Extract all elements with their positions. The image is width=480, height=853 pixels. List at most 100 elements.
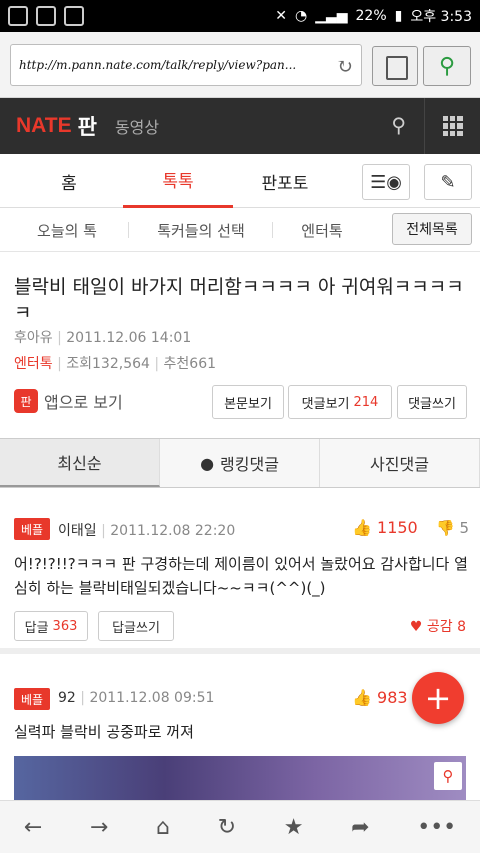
- reply-label: 답글: [24, 620, 49, 636]
- zoom-icon[interactable]: ⚲: [434, 762, 462, 790]
- reload-icon[interactable]: ↻: [218, 815, 236, 840]
- reply-count: 214: [353, 394, 379, 410]
- thumbs-up-icon: 👍: [352, 518, 372, 537]
- pann-logo[interactable]: 판: [78, 111, 97, 141]
- comment-item: 베플 이태일 | 2011.12.08 22:20 👍 1150 👎 5 어!?…: [0, 488, 480, 654]
- tab-panphoto[interactable]: 판포토: [230, 154, 340, 208]
- add-fab-button[interactable]: +: [412, 672, 464, 724]
- sort-photo[interactable]: 사진댓글: [320, 439, 480, 487]
- home-icon[interactable]: ⌂: [156, 815, 170, 840]
- article-meta: 후아유 | 2011.12.06 14:01: [14, 327, 191, 347]
- comment-text: 어!?!?!!?ㅋㅋㅋ 판 구경하는데 제이름이 있어서 놀랐어요 감사합니다 …: [14, 555, 468, 597]
- tab-home[interactable]: 홈: [14, 154, 124, 208]
- comment-meta: 92 | 2011.12.08 09:51: [58, 690, 214, 706]
- comment-text: 실력파 블락비 공중파로 꺼져: [14, 723, 194, 741]
- empathy-button[interactable]: ♥ 공감 8: [410, 616, 466, 636]
- article: 블락비 태일이 바가지 머리함ㅋㅋㅋㅋ 아 귀여워ㅋㅋㅋㅋㅋ 후아유 | 201…: [0, 252, 480, 438]
- battery-level: 22%: [355, 8, 387, 24]
- separator: |: [101, 523, 111, 539]
- bookmark-icon[interactable]: ★: [284, 815, 304, 840]
- comment-user[interactable]: 92: [58, 690, 76, 706]
- reply-button[interactable]: 답글 363: [14, 611, 88, 641]
- article-stats: 엔터톡 | 조회132,564 | 추천661: [14, 353, 216, 373]
- like-count: 983: [377, 688, 408, 707]
- search-button[interactable]: ⚲: [423, 46, 471, 86]
- tab-toktok[interactable]: 톡톡: [123, 154, 233, 208]
- back-icon[interactable]: ←: [24, 815, 42, 840]
- my-profile-button[interactable]: ☰◉: [362, 164, 410, 200]
- reply-count: 363: [52, 618, 78, 634]
- view-content-button[interactable]: 본문보기: [212, 385, 284, 419]
- comment-photo[interactable]: ⚲: [14, 756, 466, 800]
- browser-bottom-nav: ← → ⌂ ↻ ★ ➦ •••: [0, 800, 480, 853]
- app-view-label: 앱으로 보기: [44, 393, 123, 412]
- comment-item: 베플 92 | 2011.12.08 09:51 👍 983 실력파 블락비 공…: [0, 660, 480, 800]
- thumbs-down-icon: 👎: [436, 519, 455, 537]
- separator: |: [57, 356, 67, 372]
- url-input[interactable]: http://m.pann.nate.com/talk/reply/view?p…: [10, 44, 362, 86]
- signal-icon: ▁▃▅: [315, 8, 348, 24]
- comment-user[interactable]: 이태일: [58, 523, 97, 539]
- article-title: 블락비 태일이 바가지 머리함ㅋㅋㅋㅋ 아 귀여워ㅋㅋㅋㅋㅋ: [14, 276, 464, 324]
- forward-icon[interactable]: →: [90, 815, 108, 840]
- separator: |: [57, 330, 62, 346]
- browser-url-bar: http://m.pann.nate.com/talk/reply/view?p…: [0, 32, 480, 98]
- nate-header: NATE 판 동영상 ⚲: [0, 98, 480, 154]
- subtab-talkers-choice[interactable]: 톡커들의 선택: [136, 208, 266, 252]
- like-count: 1150: [377, 518, 418, 537]
- header-search-icon[interactable]: ⚲: [391, 113, 406, 137]
- sort-ranking-label: 랭킹댓글: [220, 455, 279, 474]
- category-link[interactable]: 엔터톡: [14, 356, 53, 372]
- sort-latest[interactable]: 최신순: [0, 439, 160, 487]
- tabs-button[interactable]: [372, 46, 418, 86]
- best-badge: 베플: [14, 518, 50, 540]
- subtab-enter-talk[interactable]: 엔터톡: [282, 208, 362, 252]
- post-date: 2011.12.06 14:01: [66, 330, 192, 346]
- view-count: 조회132,564: [66, 356, 150, 372]
- grid-icon: [442, 116, 463, 136]
- clock: 오후 3:53: [410, 9, 472, 25]
- pencil-icon: ✎: [440, 171, 456, 193]
- menu-grid-button[interactable]: [424, 98, 480, 154]
- comment-date: 2011.12.08 22:20: [110, 523, 236, 539]
- medal-icon: ●: [200, 453, 215, 473]
- empathy-count: 공감 8: [426, 619, 466, 635]
- notification-icon: [8, 6, 28, 26]
- recommend-count: 추천661: [163, 356, 217, 372]
- search-icon: ⚲: [438, 53, 456, 79]
- view-replies-button[interactable]: 댓글보기 214: [288, 385, 392, 419]
- more-icon[interactable]: •••: [417, 815, 456, 840]
- separator: |: [154, 356, 160, 372]
- write-reply-button[interactable]: 댓글쓰기: [397, 385, 467, 419]
- phone-icon: [36, 6, 56, 26]
- pann-app-icon: 판: [14, 389, 38, 413]
- write-button[interactable]: ✎: [424, 164, 472, 200]
- refresh-icon[interactable]: ↻: [336, 54, 353, 78]
- subtab-today[interactable]: 오늘의 톡: [12, 208, 122, 252]
- thumbs-up-icon: 👍: [352, 688, 372, 707]
- open-in-app[interactable]: 판 앱으로 보기: [14, 389, 123, 413]
- heart-icon: ♥: [409, 619, 423, 635]
- divider: [272, 222, 273, 238]
- all-list-button[interactable]: 전체목록: [392, 213, 472, 245]
- view-replies-label: 댓글보기: [301, 396, 350, 412]
- dislike-button[interactable]: 👎 5: [436, 519, 469, 537]
- divider: [128, 222, 129, 238]
- dislike-count: 5: [459, 519, 470, 537]
- sort-ranking[interactable]: ● 랭킹댓글: [160, 439, 320, 487]
- profile-icon: ☰◉: [370, 171, 402, 193]
- url-text: http://m.pann.nate.com/talk/reply/view?p…: [19, 58, 297, 72]
- author[interactable]: 후아유: [14, 330, 53, 346]
- video-link[interactable]: 동영상: [115, 114, 159, 138]
- sub-tabs: 오늘의 톡 톡커들의 선택 엔터톡 전체목록: [0, 208, 480, 252]
- comment-sort-tabs: 최신순 ● 랭킹댓글 사진댓글: [0, 438, 480, 488]
- nate-logo[interactable]: NATE: [16, 114, 72, 138]
- main-tabs: 홈 톡톡 판포토 ☰◉ ✎: [0, 154, 480, 208]
- share-icon[interactable]: ➦: [351, 815, 369, 840]
- write-reply-button[interactable]: 답글쓰기: [98, 611, 174, 641]
- like-button[interactable]: 👍 983: [352, 688, 408, 707]
- image-icon: [64, 6, 84, 26]
- like-button[interactable]: 👍 1150: [352, 518, 418, 537]
- status-bar: ✕ ◔ ▁▃▅ 22% ▮ 오후 3:53: [0, 0, 480, 32]
- battery-icon: ▮: [394, 8, 403, 24]
